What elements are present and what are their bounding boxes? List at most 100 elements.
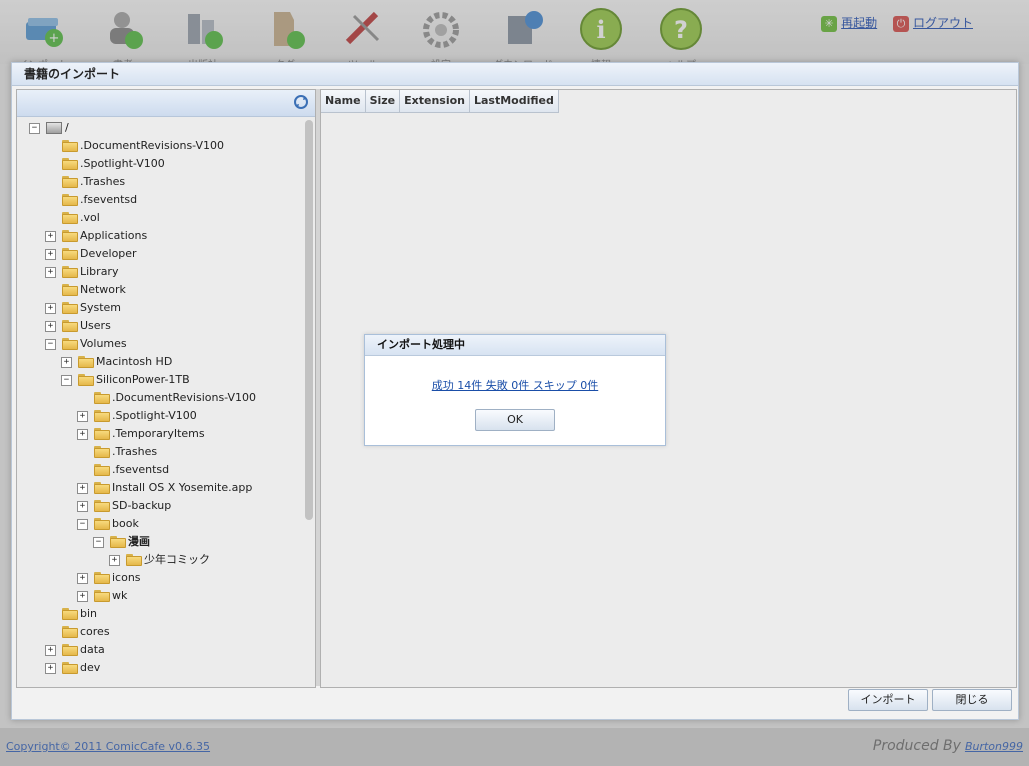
author-link[interactable]: Burton999 — [965, 740, 1023, 753]
tree-node[interactable]: − / — [29, 120, 69, 136]
expand-toggle-icon[interactable]: + — [45, 266, 56, 278]
tree-node-label: Developer — [80, 247, 137, 260]
tree-node[interactable]: + icons — [77, 570, 141, 586]
tree-node[interactable]: + 少年コミック — [109, 552, 210, 568]
download-icon — [500, 6, 546, 52]
import-button[interactable]: インポート — [848, 689, 928, 711]
folder-icon — [94, 392, 110, 404]
import-progress-modal: インポート処理中 成功 14件 失敗 0件 スキップ 0件 OK — [364, 334, 666, 446]
expand-toggle-icon[interactable]: + — [77, 428, 88, 440]
author-icon — [100, 6, 146, 52]
toolbar-author[interactable]: 書者 — [88, 6, 158, 71]
column-header-lastmodified[interactable]: LastModified — [470, 90, 559, 113]
tree-node-label: 少年コミック — [144, 553, 210, 566]
collapse-toggle-icon[interactable]: − — [77, 518, 88, 530]
tree-node[interactable]: cores — [45, 624, 110, 640]
restart-link[interactable]: 再起動 — [841, 16, 877, 30]
folder-icon — [62, 158, 78, 170]
expand-toggle-icon[interactable]: + — [45, 644, 56, 656]
expand-toggle-icon[interactable]: + — [45, 662, 56, 674]
expand-toggle-icon[interactable]: + — [45, 230, 56, 242]
toolbar-import[interactable]: + インポート — [8, 6, 78, 71]
tree-node[interactable]: bin — [45, 606, 97, 622]
expand-toggle-icon[interactable]: + — [45, 320, 56, 332]
tree-node[interactable]: + Users — [45, 318, 111, 334]
toolbar-settings[interactable]: 設定 — [406, 6, 476, 71]
tree-node-label: 漫画 — [128, 535, 150, 548]
tree-node[interactable]: − Volumes — [45, 336, 127, 352]
tree-node[interactable]: − SiliconPower-1TB — [61, 372, 190, 388]
tree-node[interactable]: + dev — [45, 660, 100, 676]
folder-icon — [62, 266, 78, 278]
tree-node[interactable]: .DocumentRevisions-V100 — [77, 390, 256, 406]
refresh-icon[interactable] — [293, 94, 309, 110]
tree-node[interactable]: .DocumentRevisions-V100 — [45, 138, 224, 154]
tree-node[interactable]: + .Spotlight-V100 — [77, 408, 197, 424]
column-header-extension[interactable]: Extension — [400, 90, 470, 113]
tree-node[interactable]: .Trashes — [45, 174, 125, 190]
tree-node-label: System — [80, 301, 122, 314]
tree-node[interactable]: + Applications — [45, 228, 147, 244]
tree-node-label: SD-backup — [112, 499, 172, 512]
tree-node[interactable]: + Macintosh HD — [61, 354, 172, 370]
expand-toggle-icon[interactable]: + — [77, 500, 88, 512]
copyright-link[interactable]: Copyright© 2011 ComicCafe v0.6.35 — [6, 740, 210, 753]
tree-node[interactable]: .fseventsd — [45, 192, 137, 208]
power-icon: ⏻ — [892, 15, 909, 32]
tree-node[interactable]: + Install OS X Yosemite.app — [77, 480, 252, 496]
tree-node[interactable]: − 漫画 — [93, 534, 150, 550]
expand-toggle-icon[interactable]: + — [109, 554, 120, 566]
tree-node[interactable]: + data — [45, 642, 105, 658]
footer: Copyright© 2011 ComicCafe v0.6.35 Produc… — [0, 728, 1029, 766]
tree-node[interactable]: .Spotlight-V100 — [45, 156, 165, 172]
expand-toggle-icon[interactable]: + — [77, 572, 88, 584]
toolbar-publisher[interactable]: 出版社 — [168, 6, 238, 71]
tree-node[interactable]: + .TemporaryItems — [77, 426, 205, 442]
tree-node[interactable]: .fseventsd — [77, 462, 169, 478]
tree-node-label: SiliconPower-1TB — [96, 373, 190, 386]
expand-toggle-icon[interactable]: + — [77, 482, 88, 494]
folder-icon — [94, 464, 110, 476]
tree-node-label: wk — [112, 589, 128, 602]
collapse-toggle-icon[interactable]: − — [61, 374, 72, 386]
tree-node[interactable]: .vol — [45, 210, 100, 226]
tree-node-label: .DocumentRevisions-V100 — [112, 391, 257, 404]
expand-toggle-icon[interactable]: + — [77, 410, 88, 422]
tree-node[interactable]: + Library — [45, 264, 118, 280]
column-header-size[interactable]: Size — [365, 90, 401, 113]
tree-node[interactable]: − book — [77, 516, 139, 532]
tree-node[interactable]: + Developer — [45, 246, 137, 262]
tree-node[interactable]: Network — [45, 282, 126, 298]
folder-icon — [94, 518, 110, 530]
tree-node[interactable]: + wk — [77, 588, 127, 604]
tree-scrollbar[interactable] — [305, 120, 313, 520]
toolbar-download[interactable]: ダウンロード — [488, 6, 558, 71]
tree-node[interactable]: + System — [45, 300, 121, 316]
tree-node-label: dev — [80, 661, 101, 674]
collapse-toggle-icon[interactable]: − — [45, 338, 56, 350]
ok-button[interactable]: OK — [475, 409, 555, 431]
expand-toggle-icon[interactable]: + — [45, 248, 56, 260]
expand-toggle-icon[interactable]: + — [45, 302, 56, 314]
tree-node-label: bin — [80, 607, 98, 620]
close-button[interactable]: 閉じる — [932, 689, 1012, 711]
tree-node-label: / — [65, 121, 69, 134]
tree-node-label: Users — [80, 319, 111, 332]
folder-icon — [62, 608, 78, 620]
toolbar-info[interactable]: i 情報 — [566, 6, 636, 71]
column-header-name[interactable]: Name — [321, 90, 366, 113]
expand-toggle-icon[interactable]: + — [77, 590, 88, 602]
settings-gear-icon — [418, 6, 464, 52]
logout-link[interactable]: ログアウト — [913, 16, 973, 30]
tree-node[interactable]: .Trashes — [77, 444, 157, 460]
tree-node[interactable]: + SD-backup — [77, 498, 171, 514]
produced-by-label: Produced By — [872, 738, 961, 754]
toolbar-help[interactable]: ? ヘルプ — [646, 6, 716, 71]
import-result-message[interactable]: 成功 14件 失敗 0件 スキップ 0件 — [365, 377, 665, 393]
collapse-toggle-icon[interactable]: − — [93, 536, 104, 548]
toolbar-tools[interactable]: ツール — [328, 6, 398, 71]
tree-node-label: cores — [80, 625, 110, 638]
collapse-toggle-icon[interactable]: − — [29, 122, 40, 134]
toolbar-tag[interactable]: タグ — [250, 6, 320, 71]
expand-toggle-icon[interactable]: + — [61, 356, 72, 368]
